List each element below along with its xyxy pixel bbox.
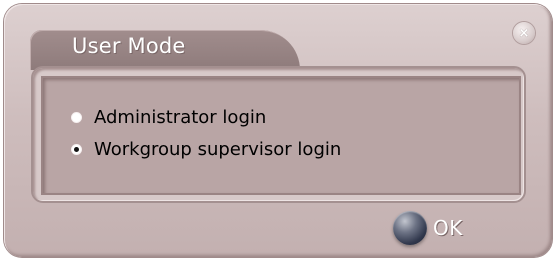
ok-button[interactable]: OK bbox=[393, 209, 477, 247]
ok-button-label: OK bbox=[433, 216, 463, 240]
radio-option-workgroup-supervisor[interactable]: Workgroup supervisor login bbox=[72, 137, 341, 161]
close-button[interactable]: × bbox=[513, 22, 535, 44]
options-area bbox=[41, 76, 521, 195]
dialog-title: User Mode bbox=[72, 34, 186, 58]
close-icon: × bbox=[518, 25, 530, 41]
ok-orb-icon bbox=[393, 211, 427, 245]
radio-option-administrator[interactable]: Administrator login bbox=[72, 105, 266, 129]
radio-label-workgroup-supervisor: Workgroup supervisor login bbox=[94, 138, 342, 160]
radio-button-administrator[interactable] bbox=[72, 112, 81, 122]
radio-label-administrator: Administrator login bbox=[94, 106, 267, 128]
radio-button-workgroup-supervisor[interactable] bbox=[72, 144, 81, 154]
